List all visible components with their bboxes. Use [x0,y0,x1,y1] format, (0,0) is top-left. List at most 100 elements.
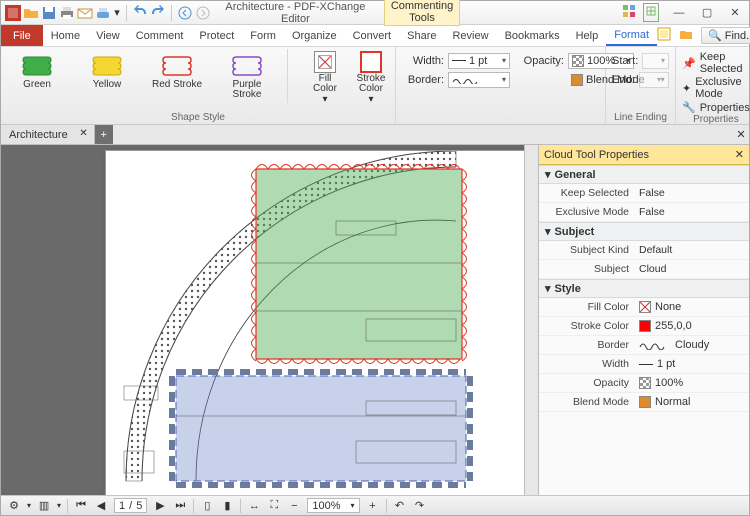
properties-pane-close-icon[interactable]: ✕ [735,148,744,161]
prop-row[interactable]: Exclusive ModeFalse [539,203,749,222]
qat-sep2 [171,5,172,21]
open-icon[interactable] [23,5,39,21]
layout-icon[interactable]: ▥ [37,499,51,513]
scan-icon[interactable] [95,5,111,21]
properties-pane: Cloud Tool Properties✕ ▾General Keep Sel… [538,145,749,495]
canvas[interactable] [1,145,524,495]
close-button[interactable]: ✕ [721,3,749,23]
line-end-combo: ▾ [639,72,669,88]
first-page-icon[interactable]: ⏮ [74,499,88,513]
menu-help[interactable]: Help [568,25,607,46]
swatch-red-icon [639,320,651,332]
page-number-input[interactable]: 1/5 [114,498,147,513]
prop-group-style[interactable]: ▾Style [539,279,749,298]
maximize-button[interactable]: ▢ [693,3,721,23]
menu-bookmarks[interactable]: Bookmarks [497,25,568,46]
preset-purple-stroke[interactable]: Purple Stroke [217,49,277,100]
zoom-combo[interactable]: 100%▾ [307,498,359,513]
line-start-combo: ▾ [642,53,669,69]
star-icon: ✦ [682,82,691,95]
save-icon[interactable] [41,5,57,21]
menu-protect[interactable]: Protect [191,25,242,46]
app-icon [5,5,21,21]
checker-icon [639,377,651,389]
properties-pane-title: Cloud Tool Properties✕ [539,145,749,165]
quick-launch-icon[interactable] [657,27,671,44]
find-button[interactable]: 🔍Find... [701,27,750,44]
prop-row-opacity[interactable]: Opacity100% [539,374,749,393]
prop-row-fill-color[interactable]: Fill ColorNone [539,298,749,317]
file-menu[interactable]: File [1,25,43,46]
add-tab-button[interactable]: + [95,125,113,144]
fwd-icon[interactable] [195,5,211,21]
close-tab-icon[interactable]: ✕ [79,128,87,139]
ui-options-icon[interactable] [621,3,637,22]
prop-row[interactable]: Keep SelectedFalse [539,184,749,203]
prop-row-width[interactable]: Width1 pt [539,355,749,374]
wrench-icon: 🔧 [682,101,696,114]
exclusive-mode-toggle[interactable]: ✦Exclusive Mode [682,76,750,100]
single-page-icon[interactable]: ▯ [200,499,214,513]
tabs-close-icon[interactable]: ✕ [733,125,749,144]
rotate-cw-icon[interactable]: ↷ [413,499,427,513]
properties-button[interactable]: 🔧Properties [682,101,750,114]
zoom-in-icon[interactable]: + [366,499,380,513]
last-page-icon[interactable]: ⏭ [173,499,187,513]
doc-tab-architecture[interactable]: Architecture✕ [1,125,95,144]
prop-row-stroke-color[interactable]: Stroke Color255,0,0 [539,317,749,336]
width-combo[interactable]: 1 pt▾ [448,53,510,69]
continuous-page-icon[interactable]: ▮ [220,499,234,513]
vertical-scrollbar[interactable] [524,145,538,495]
next-page-icon[interactable]: ▶ [153,499,167,513]
menu-review[interactable]: Review [444,25,496,46]
menu-home[interactable]: Home [43,25,88,46]
menu-share[interactable]: Share [399,25,444,46]
menu-bar: File Home View Comment Protect Form Orga… [1,25,749,47]
ribbon-group-shape-style: Green Yellow Red Stroke Purple Stroke Fi… [1,47,396,124]
menu-form[interactable]: Form [242,25,284,46]
contextual-tab-label: CommentingTools [384,0,460,26]
pin-icon: 📌 [682,57,696,70]
prop-group-general[interactable]: ▾General [539,165,749,184]
prev-page-icon[interactable]: ◀ [94,499,108,513]
prop-row[interactable]: SubjectCloud [539,260,749,279]
keep-selected-toggle[interactable]: 📌Keep Selected [682,51,750,75]
fill-color-button[interactable]: Fill Color▾ [307,49,343,105]
print-icon[interactable] [59,5,75,21]
launch-icon[interactable] [643,3,659,22]
status-bar: ⚙▾ ▥▾ ⏮ ◀ 1/5 ▶ ⏭ ▯ ▮ ↔ ⛶ − 100%▾ + ↶ ↷ [1,495,749,515]
menu-organize[interactable]: Organize [284,25,345,46]
minimize-button[interactable]: — [665,3,693,23]
collapse-icon: ▾ [545,168,551,181]
menu-format[interactable]: Format [606,25,657,46]
preset-red-stroke[interactable]: Red Stroke [147,49,207,90]
stroke-color-button[interactable]: Stroke Color▾ [353,49,389,105]
fit-page-icon[interactable]: ⛶ [267,499,281,513]
preset-yellow[interactable]: Yellow [77,49,137,90]
menu-view[interactable]: View [88,25,128,46]
find-icon: 🔍 [708,29,722,42]
undo-icon[interactable] [132,5,148,21]
prop-row-blend-mode[interactable]: Blend ModeNormal [539,393,749,412]
title-bar: ▾ Architecture - PDF-XChange Editor Comm… [1,1,749,25]
qat-dd-icon[interactable]: ▾ [113,5,121,21]
menu-comment[interactable]: Comment [128,25,192,46]
prop-group-subject[interactable]: ▾Subject [539,222,749,241]
fit-width-icon[interactable]: ↔ [247,499,261,513]
email-icon[interactable] [77,5,93,21]
zoom-out-icon[interactable]: − [287,499,301,513]
line-weight-icon [639,364,653,365]
redo-icon[interactable] [150,5,166,21]
open-folder-icon[interactable] [679,27,693,44]
preset-green[interactable]: Green [7,49,67,90]
quick-access-toolbar: ▾ [1,5,215,21]
options-gear-icon[interactable]: ⚙ [7,499,21,513]
back-icon[interactable] [177,5,193,21]
rotate-ccw-icon[interactable]: ↶ [393,499,407,513]
prop-row[interactable]: Subject KindDefault [539,241,749,260]
menu-convert[interactable]: Convert [345,25,400,46]
prop-row-border[interactable]: BorderCloudy [539,336,749,355]
border-combo[interactable]: ▾ [448,72,510,88]
collapse-icon: ▾ [545,225,551,238]
swatch-none-icon [639,301,651,313]
